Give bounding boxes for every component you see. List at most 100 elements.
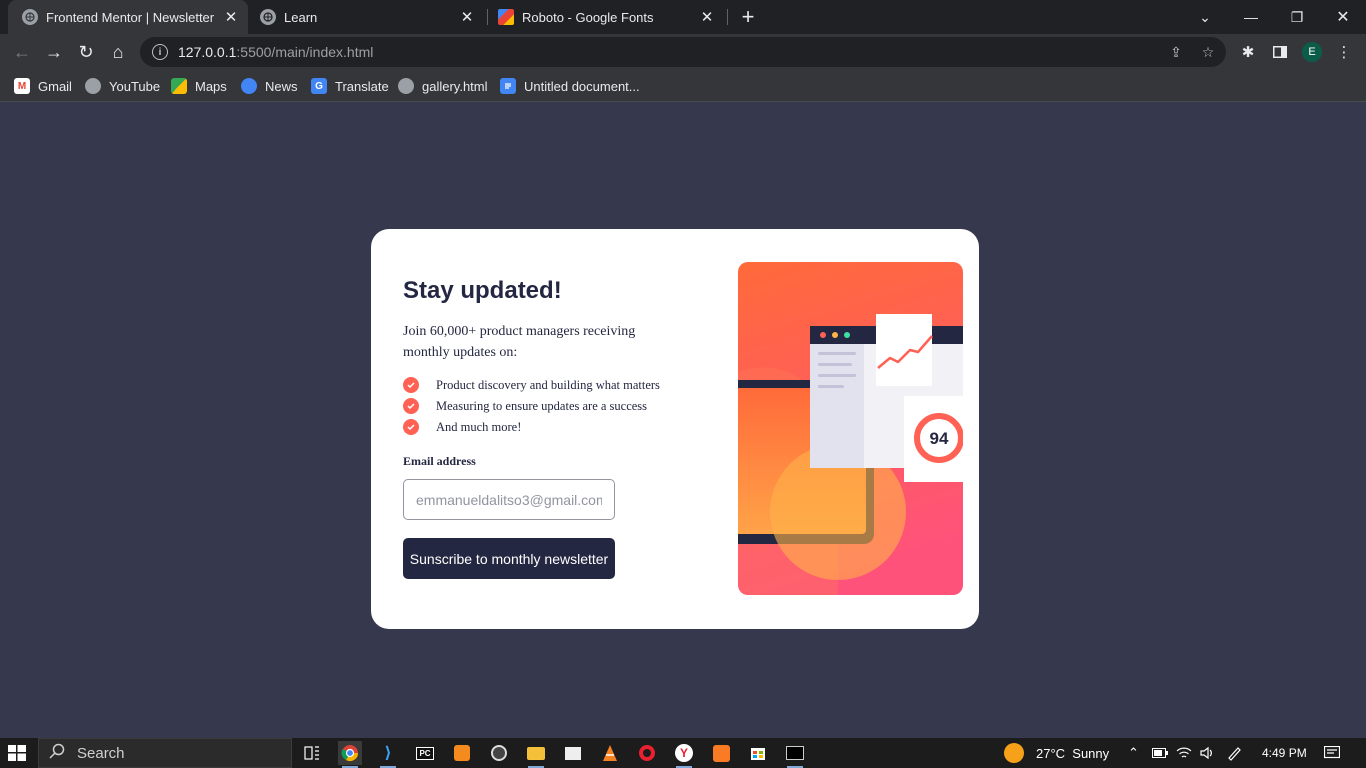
- extensions-icon[interactable]: ✱: [1238, 42, 1258, 62]
- tab-search-chevron-icon[interactable]: ⌄: [1182, 0, 1228, 34]
- tab-google-fonts[interactable]: Roboto - Google Fonts ✕: [490, 0, 724, 34]
- feature-item: And much more!: [403, 418, 521, 436]
- tab-title: Learn: [284, 9, 318, 25]
- forward-button[interactable]: →: [40, 38, 68, 66]
- bookmark-label: Gmail: [38, 78, 72, 94]
- url-text: 127.0.0.1:5500/main/index.html: [178, 44, 374, 60]
- vlc-icon[interactable]: [598, 741, 622, 765]
- check-icon: [403, 398, 419, 414]
- weather-text: 27°C Sunny: [1036, 745, 1110, 761]
- email-label: Email address: [403, 454, 476, 468]
- bookmark-youtube[interactable]: YouTube: [85, 76, 160, 96]
- close-icon[interactable]: ✕: [222, 8, 240, 26]
- newsletter-card: Stay updated! Join 60,000+ product manag…: [371, 229, 979, 629]
- bookmark-maps[interactable]: Maps: [171, 76, 227, 96]
- pycharm-icon[interactable]: PC: [413, 741, 437, 765]
- tab-newsletter[interactable]: Frontend Mentor | Newsletter sig ✕: [8, 0, 248, 34]
- info-icon[interactable]: i: [152, 44, 168, 60]
- battery-icon[interactable]: [1152, 738, 1168, 768]
- search-label: Search: [77, 744, 125, 762]
- obs-icon[interactable]: [487, 741, 511, 765]
- bookmark-gallery[interactable]: gallery.html: [398, 76, 488, 96]
- bookmark-translate[interactable]: G Translate: [311, 76, 389, 96]
- globe-icon: [260, 9, 276, 25]
- file-explorer-icon[interactable]: [524, 741, 548, 768]
- illustration: 94: [738, 262, 963, 595]
- bookmark-label: Translate: [335, 78, 389, 94]
- terminal-icon[interactable]: [783, 741, 807, 768]
- star-icon[interactable]: ☆: [1200, 44, 1216, 60]
- xampp-icon[interactable]: [709, 741, 733, 765]
- back-button[interactable]: ←: [8, 38, 36, 66]
- tab-title: Roboto - Google Fonts: [522, 9, 654, 25]
- illustration-score: 94: [930, 429, 949, 448]
- share-icon[interactable]: ⇪: [1168, 44, 1184, 60]
- bookmarks-bar: M Gmail YouTube Maps News G Translate gall…: [0, 70, 1366, 102]
- reload-button[interactable]: ↻: [72, 38, 100, 66]
- more-menu-icon[interactable]: ⋮: [1334, 42, 1354, 62]
- gmail-icon: M: [14, 78, 30, 94]
- globe-icon: [398, 78, 414, 94]
- bookmark-label: gallery.html: [422, 78, 488, 94]
- opera-icon[interactable]: [635, 741, 659, 765]
- globe-icon: [85, 78, 101, 94]
- restore-button[interactable]: ❐: [1274, 0, 1320, 34]
- task-view-icon[interactable]: [300, 741, 324, 765]
- store-icon[interactable]: [746, 741, 770, 765]
- tab-separator: [487, 9, 488, 25]
- bookmark-news[interactable]: News: [241, 76, 298, 96]
- globe-icon: [22, 9, 38, 25]
- taskbar-search[interactable]: Search: [38, 738, 292, 768]
- address-bar[interactable]: i 127.0.0.1:5500/main/index.html ⇪ ☆: [140, 37, 1226, 67]
- bookmark-untitled-doc[interactable]: Untitled document...: [500, 76, 640, 96]
- browser-tab-bar: Frontend Mentor | Newsletter sig ✕ Learn…: [0, 0, 1366, 34]
- clapperboard-icon[interactable]: [561, 741, 585, 765]
- vscode-icon[interactable]: ⟩: [376, 741, 400, 768]
- feature-text: Product discovery and building what matt…: [436, 377, 660, 392]
- clock[interactable]: 4:49 PM: [1262, 738, 1307, 768]
- maps-icon: [171, 78, 187, 94]
- volume-icon[interactable]: [1200, 738, 1214, 768]
- feature-item: Product discovery and building what matt…: [403, 376, 660, 394]
- chrome-icon[interactable]: [338, 741, 362, 768]
- sublime-icon[interactable]: [450, 741, 474, 765]
- yandex-icon[interactable]: Y: [672, 741, 696, 768]
- bookmark-label: News: [265, 78, 298, 94]
- windows-start-icon[interactable]: [8, 745, 26, 761]
- feature-item: Measuring to ensure updates are a succes…: [403, 397, 647, 415]
- email-field[interactable]: [403, 479, 615, 520]
- illustration-graphic: 94: [738, 262, 963, 595]
- intro-text: Join 60,000+ product managers receiving …: [403, 324, 636, 360]
- close-icon[interactable]: ✕: [698, 8, 716, 26]
- bookmark-gmail[interactable]: M Gmail: [14, 76, 72, 96]
- close-window-button[interactable]: ✕: [1320, 0, 1366, 34]
- new-tab-button[interactable]: +: [736, 4, 760, 29]
- profile-avatar[interactable]: E: [1302, 42, 1322, 62]
- check-icon: [403, 377, 419, 393]
- docs-icon: [500, 78, 516, 94]
- translate-icon: G: [311, 78, 327, 94]
- minimize-button[interactable]: —: [1228, 0, 1274, 34]
- check-icon: [403, 419, 419, 435]
- side-panel-icon[interactable]: [1270, 42, 1290, 62]
- tab-separator: [727, 9, 728, 25]
- tab-learn[interactable]: Learn ✕: [252, 0, 484, 34]
- feature-text: And much more!: [436, 419, 522, 434]
- subscribe-button[interactable]: Sunscribe to monthly newsletter: [403, 538, 615, 579]
- home-button[interactable]: ⌂: [104, 38, 132, 66]
- wifi-icon[interactable]: [1176, 738, 1192, 768]
- tab-title: Frontend Mentor | Newsletter sig: [46, 9, 216, 25]
- close-icon[interactable]: ✕: [458, 8, 476, 26]
- browser-toolbar: ← → ↻ ⌂ i 127.0.0.1:5500/main/index.html…: [0, 34, 1366, 70]
- sun-icon: [1004, 743, 1024, 763]
- pen-icon[interactable]: [1226, 738, 1242, 768]
- page-title: Stay updated!: [403, 277, 562, 304]
- news-icon: [241, 78, 257, 94]
- chevron-up-icon[interactable]: ⌃: [1128, 738, 1139, 768]
- google-fonts-icon: [498, 9, 514, 25]
- notification-icon[interactable]: [1324, 738, 1340, 768]
- feature-text: Measuring to ensure updates are a succes…: [436, 398, 648, 413]
- os-taskbar: Search ⟩ PC Y 27°C Sunny ⌃ 4:49 PM: [0, 738, 1366, 768]
- weather-widget[interactable]: 27°C Sunny: [1004, 738, 1109, 768]
- bookmark-label: Untitled document...: [524, 78, 640, 94]
